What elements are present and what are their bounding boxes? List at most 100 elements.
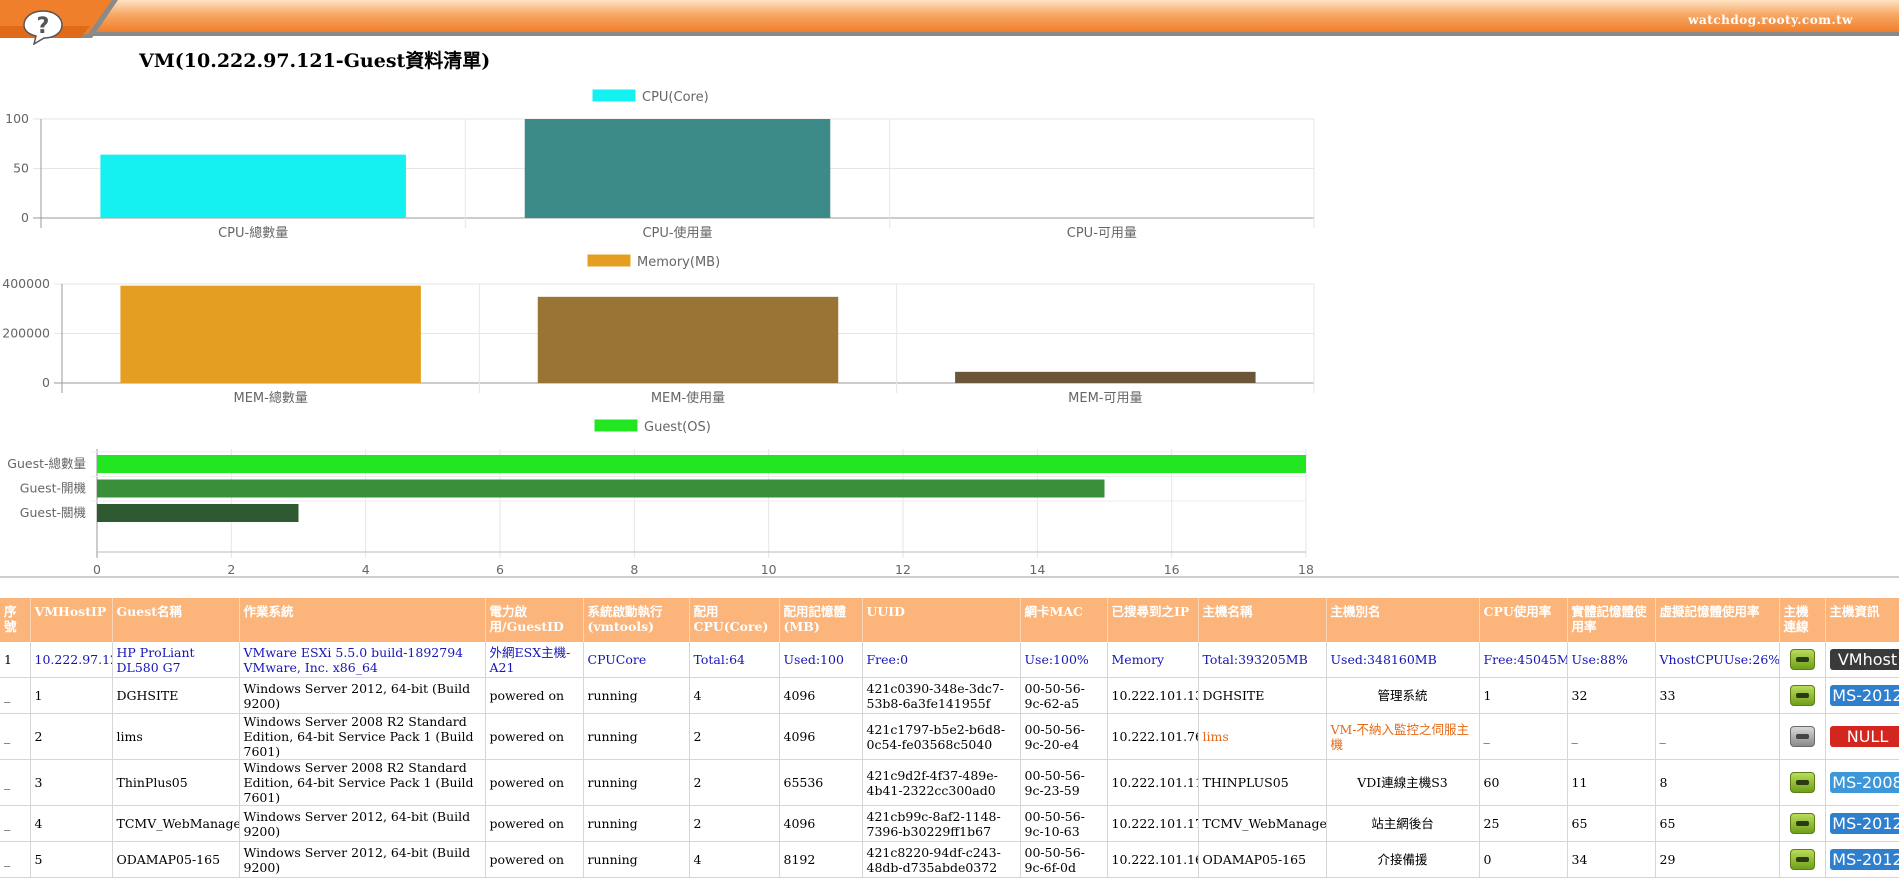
connection-cell (1779, 760, 1825, 806)
cell: 介接備援 (1326, 842, 1479, 878)
network-connection-icon[interactable] (1790, 813, 1815, 834)
legend-label: Guest(OS) (644, 420, 711, 435)
cell: 4 (689, 842, 779, 878)
cell: 8192 (779, 842, 862, 878)
host-row: 1 10.222.97.121 HP ProLiant DL580 G7 VMw… (0, 642, 1899, 678)
col-header: Guest名稱 (112, 598, 239, 642)
cell: 10.222.101.76 (1107, 714, 1198, 760)
cell: 4096 (779, 714, 862, 760)
cell: 10.222.101.139 (1107, 678, 1198, 714)
cell: ODAMAP05-165 (1198, 842, 1326, 878)
cell: 2 (689, 806, 779, 842)
cell: TCMV_WebManage (112, 806, 239, 842)
legend-label: Memory(MB) (637, 255, 720, 270)
host-ip-link[interactable]: 10.222.97.121 (30, 642, 112, 678)
cell: 4 (30, 806, 112, 842)
cell: Use:88% (1567, 642, 1655, 678)
cpu-chart-svg: CPU(Core)100500CPU-總數量CPU-使用量CPU-可用量 (0, 88, 1320, 248)
cell: _ (0, 714, 30, 760)
cell: DGHSITE (1198, 678, 1326, 714)
cell: 0 (1479, 842, 1567, 878)
bar (97, 455, 1306, 473)
os-badge[interactable]: MS-2012 (1830, 813, 1899, 834)
cell: 11 (1567, 760, 1655, 806)
guest-rows: _1DGHSITEWindows Server 2012, 64-bit (Bu… (0, 678, 1899, 878)
os-badge[interactable]: NULL (1830, 726, 1899, 747)
legend-swatch (594, 419, 638, 432)
y-tick-label: 0 (21, 210, 29, 225)
cell: 站主網後台 (1326, 806, 1479, 842)
cell: 4096 (779, 806, 862, 842)
bar (955, 372, 1255, 383)
cell: 00-50-56-9c-23-59 (1020, 760, 1107, 806)
question-mark-icon[interactable]: ? (20, 9, 66, 45)
cell: 65536 (779, 760, 862, 806)
cell: 管理系統 (1326, 678, 1479, 714)
cell: 10.222.101.175 (1107, 806, 1198, 842)
network-connection-icon[interactable] (1790, 649, 1815, 670)
cell: _ (0, 842, 30, 878)
table-row: _1DGHSITEWindows Server 2012, 64-bit (Bu… (0, 678, 1899, 714)
info-cell: VMhost (1825, 642, 1899, 678)
x-tick-label: 4 (362, 562, 370, 577)
table-row: _3ThinPlus05Windows Server 2008 R2 Stand… (0, 760, 1899, 806)
os-badge[interactable]: MS-2012 (1830, 849, 1899, 870)
cell: 3 (30, 760, 112, 806)
os-badge[interactable]: VMhost (1830, 649, 1899, 670)
col-header: 網卡MAC (1020, 598, 1107, 642)
network-connection-icon[interactable] (1790, 849, 1815, 870)
cell: 10.222.101.117 (1107, 760, 1198, 806)
cell: powered on (485, 714, 583, 760)
section-divider (0, 576, 1899, 578)
x-tick-label: 16 (1164, 562, 1180, 577)
y-tick-label: 0 (42, 375, 50, 390)
col-header: 實體記憶體使用率 (1567, 598, 1655, 642)
os-badge[interactable]: MS-2008 (1830, 772, 1899, 793)
table-header-row: 序號 VMHostIP Guest名稱 作業系統 電力啟用/GuestID 系統… (0, 598, 1899, 642)
cell: VhostCPUUse:26% (1655, 642, 1779, 678)
cell: _ (1479, 714, 1567, 760)
memory-chart-svg: Memory(MB)4000002000000MEM-總數量MEM-使用量MEM… (0, 253, 1320, 413)
y-tick-label: 100 (5, 111, 29, 126)
cell: 65 (1567, 806, 1655, 842)
page-title: VM(10.222.97.121-Guest資料清單) (139, 46, 490, 73)
network-connection-icon[interactable] (1790, 685, 1815, 706)
cell: VDI連線主機S3 (1326, 760, 1479, 806)
info-cell: MS-2012 (1825, 806, 1899, 842)
col-header: 主機資訊 (1825, 598, 1899, 642)
col-header: 作業系統 (239, 598, 485, 642)
cell: running (583, 678, 689, 714)
cell: 421c9d2f-4f37-489e-4b41-2322cc300ad0 (862, 760, 1020, 806)
legend-label: CPU(Core) (642, 90, 709, 105)
cell: powered on (485, 678, 583, 714)
legend-swatch (587, 254, 631, 267)
cell: lims (1198, 714, 1326, 760)
connection-cell (1779, 678, 1825, 714)
cell: Total:64 (689, 642, 779, 678)
cell: _ (0, 806, 30, 842)
os-badge[interactable]: MS-2012 (1830, 685, 1899, 706)
y-tick-label: 50 (13, 161, 29, 176)
col-header: 主機名稱 (1198, 598, 1326, 642)
network-connection-icon[interactable] (1790, 726, 1815, 747)
cell: 2 (30, 714, 112, 760)
cell: 1 (0, 642, 30, 678)
cell: 00-50-56-9c-20-e4 (1020, 714, 1107, 760)
info-cell: NULL (1825, 714, 1899, 760)
site-domain: watchdog.rooty.com.tw (1688, 13, 1853, 27)
y-tick-label: Guest-開機 (20, 481, 87, 496)
cell: Windows Server 2008 R2 Standard Edition,… (239, 760, 485, 806)
cell: Used:100 (779, 642, 862, 678)
guest-chart: Guest(OS)024681012141618Guest-總數量Guest-開… (0, 418, 1320, 578)
y-tick-label: Guest-總數量 (7, 456, 86, 471)
x-tick-label: 12 (895, 562, 911, 577)
col-header: 主機別名 (1326, 598, 1479, 642)
col-header: 系統啟動執行(vmtools) (583, 598, 689, 642)
cell: powered on (485, 806, 583, 842)
cell: 421c0390-348e-3dc7-53b8-6a3fe141955f (862, 678, 1020, 714)
cell: running (583, 842, 689, 878)
network-connection-icon[interactable] (1790, 772, 1815, 793)
info-cell: MS-2012 (1825, 842, 1899, 878)
cell: 421c8220-94df-c243-48db-d735abde0372 (862, 842, 1020, 878)
bar (97, 504, 299, 522)
